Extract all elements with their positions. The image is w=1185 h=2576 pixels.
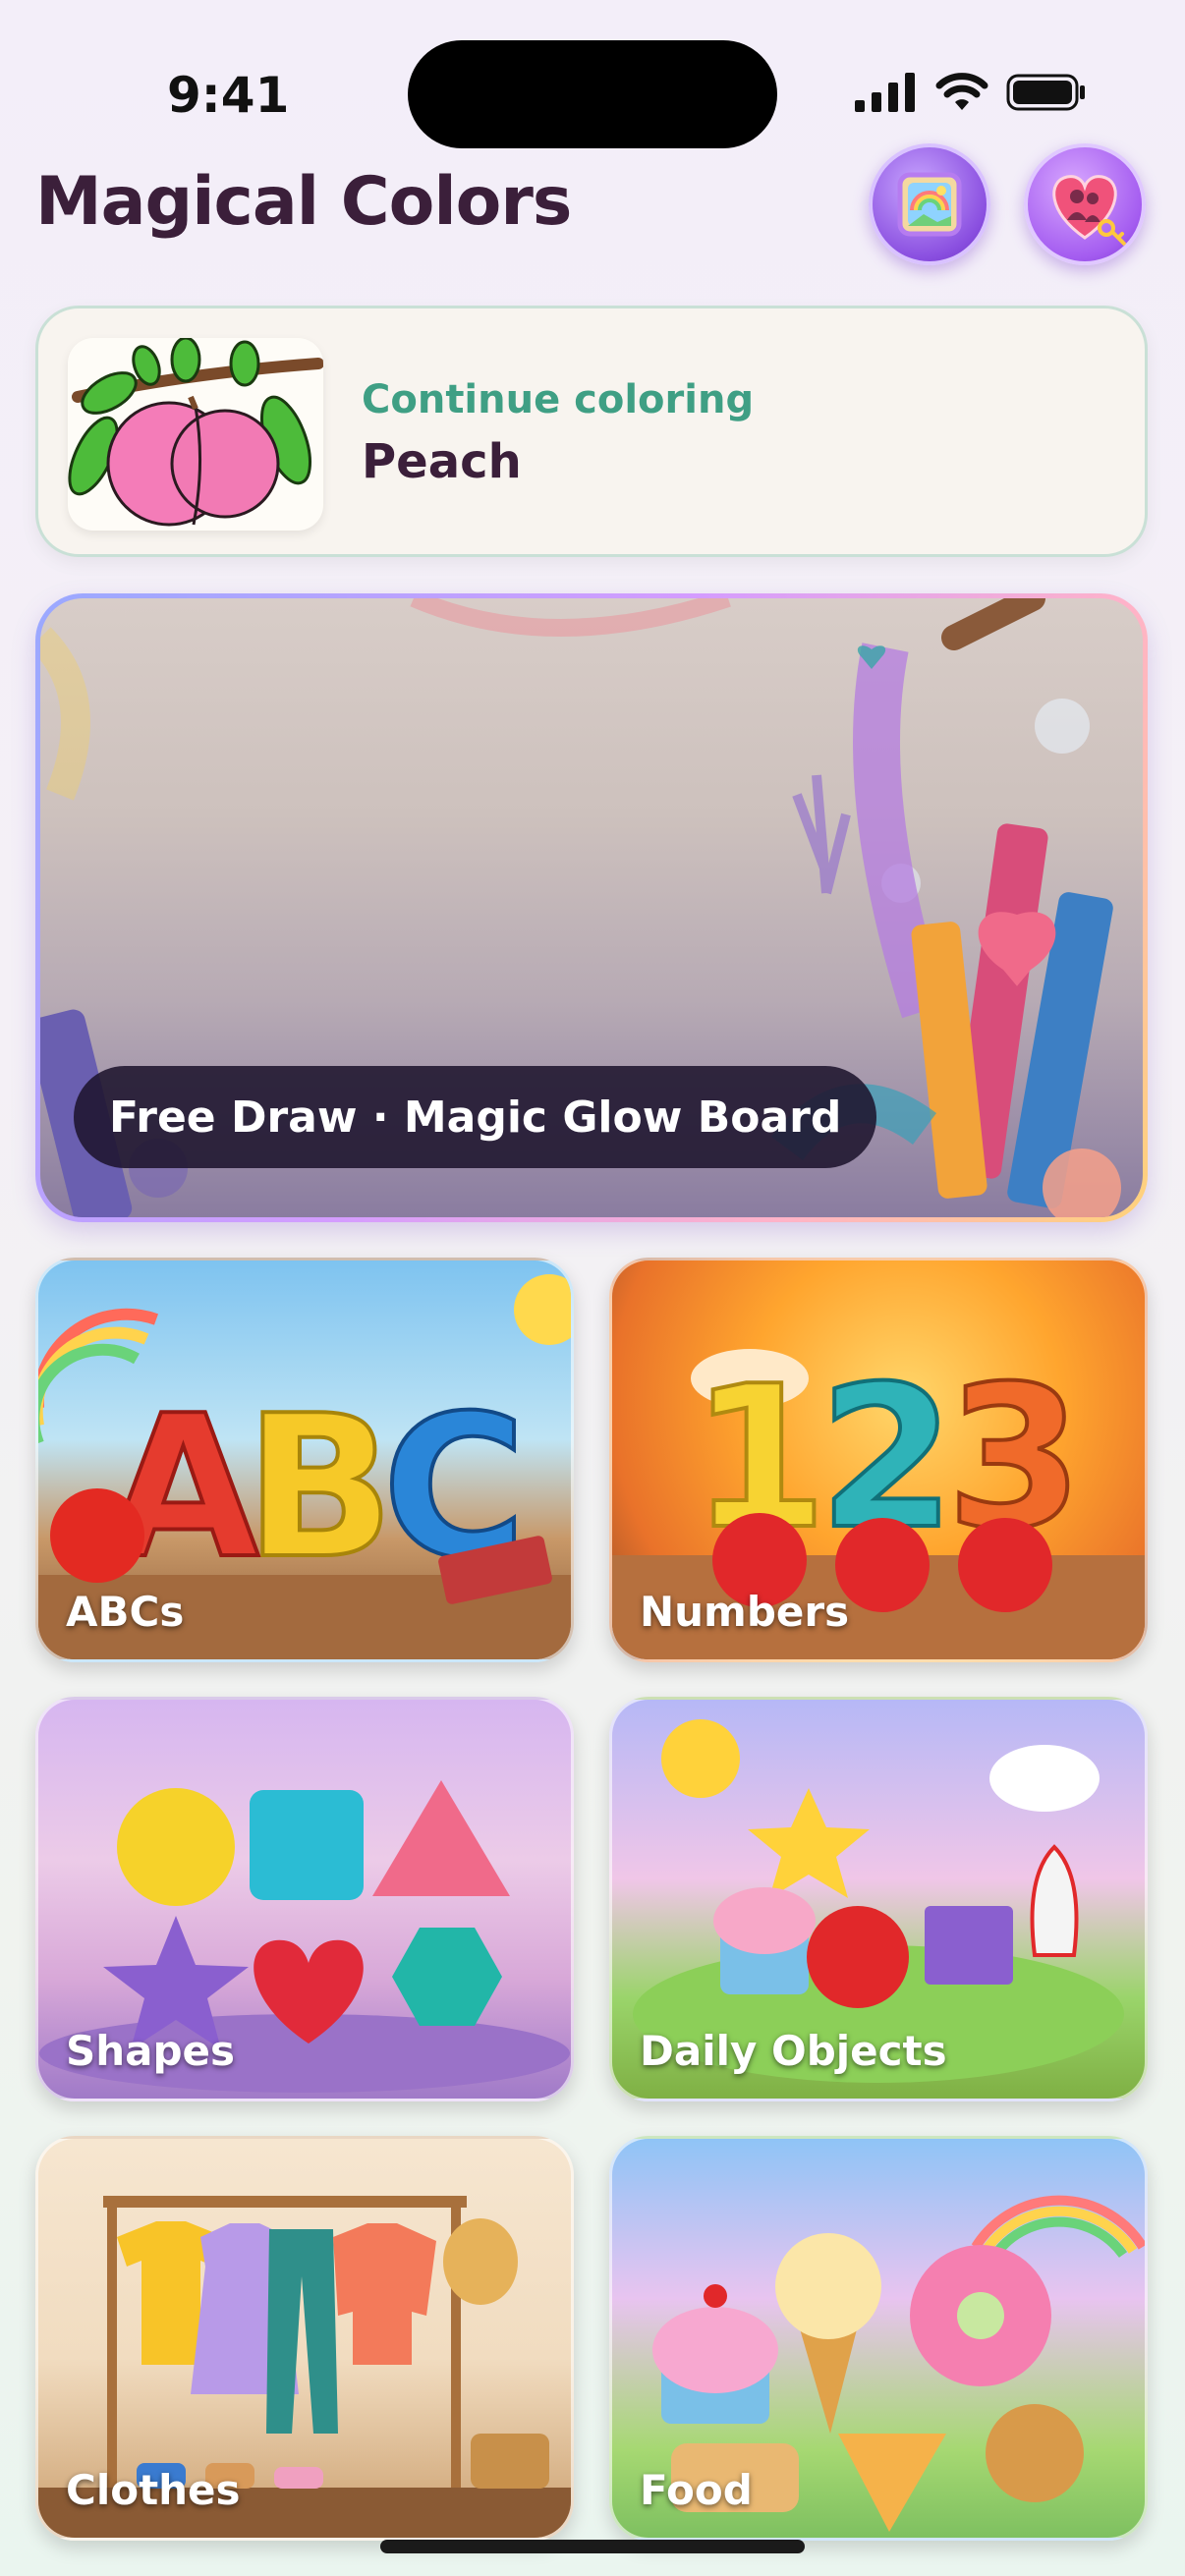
gallery-button[interactable] (869, 143, 990, 265)
continue-coloring-card[interactable]: Continue coloring Peach (35, 306, 1148, 557)
dynamic-island (408, 40, 777, 148)
category-label: Daily Objects (640, 2027, 947, 2075)
category-daily-objects[interactable]: Daily Objects (609, 1697, 1148, 2101)
svg-text:B: B (245, 1373, 394, 1602)
category-label: Numbers (640, 1588, 850, 1636)
category-label: ABCs (66, 1588, 185, 1636)
category-numbers[interactable]: 1 2 3 Numbers (609, 1258, 1148, 1662)
picture-frame-icon (897, 172, 962, 237)
category-label: Clothes (66, 2466, 241, 2514)
continue-item-name: Peach (362, 434, 522, 489)
continue-coloring-label: Continue coloring (362, 377, 755, 422)
home-indicator[interactable] (380, 2540, 805, 2553)
category-food[interactable]: Food (609, 2136, 1148, 2541)
banner-label-pill: Free Draw · Magic Glow Board (74, 1066, 877, 1168)
status-icons (855, 71, 1087, 114)
category-shapes[interactable]: Shapes (35, 1697, 574, 2101)
wifi-icon (935, 73, 988, 110)
category-clothes[interactable]: Clothes (35, 2136, 574, 2541)
category-label: Shapes (66, 2027, 236, 2075)
cellular-signal-icon (855, 73, 915, 112)
peach-thumbnail (68, 338, 323, 531)
status-time: 9:41 (167, 67, 290, 124)
banner-label: Free Draw · Magic Glow Board (109, 1092, 842, 1143)
parent-area-button[interactable] (1024, 143, 1146, 265)
category-label: Food (640, 2466, 753, 2514)
free-draw-banner[interactable]: Free Draw · Magic Glow Board (35, 593, 1148, 1222)
page-title: Magical Colors (35, 163, 572, 241)
battery-icon (1006, 74, 1085, 111)
category-abcs[interactable]: A B C ABCs (35, 1258, 574, 1662)
family-heart-key-icon (1052, 175, 1126, 246)
